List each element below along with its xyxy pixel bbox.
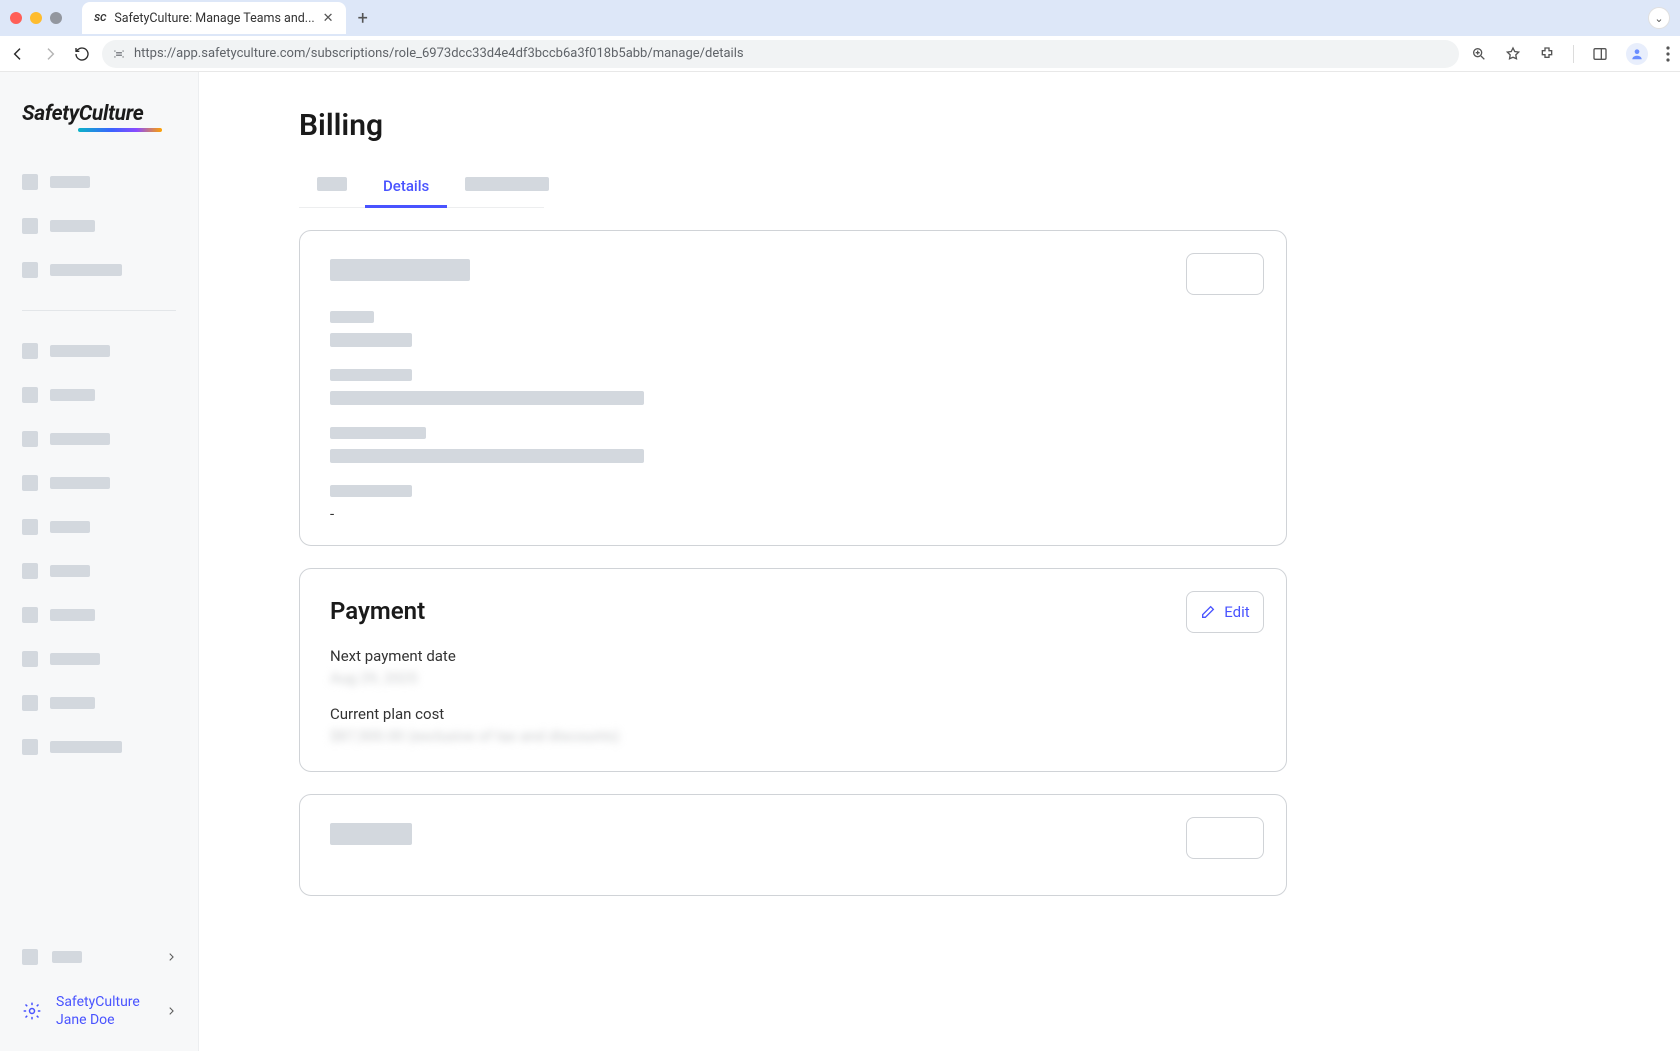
billing-extra-card — [299, 794, 1287, 896]
reload-icon[interactable] — [74, 46, 90, 62]
skeleton-label — [330, 485, 412, 497]
nav-forward-icon[interactable] — [42, 46, 58, 62]
skeleton-heading — [330, 259, 470, 281]
address-bar[interactable]: https://app.safetyculture.com/subscripti… — [102, 40, 1459, 68]
url-text: https://app.safetyculture.com/subscripti… — [134, 46, 744, 61]
next-payment-label: Next payment date — [330, 647, 1256, 665]
payment-card: Edit Payment Next payment date Aug 29, 2… — [299, 568, 1287, 772]
extensions-icon[interactable] — [1539, 46, 1555, 62]
window-zoom-dot[interactable] — [50, 12, 62, 24]
nav-skeleton-item — [22, 739, 176, 755]
nav-back-icon[interactable] — [10, 46, 26, 62]
brand-logo[interactable]: SafetyCulture — [22, 102, 143, 126]
billing-details-card: - — [299, 230, 1287, 546]
gear-icon — [22, 1001, 42, 1021]
nav-skeleton-item — [22, 174, 176, 190]
nav-skeleton-item — [22, 695, 176, 711]
skeleton-label — [330, 369, 412, 381]
pencil-icon — [1200, 604, 1216, 620]
side-panel-icon[interactable] — [1592, 46, 1608, 62]
nav-skeleton-item — [22, 563, 176, 579]
plan-cost-label: Current plan cost — [330, 705, 1256, 723]
nav-skeleton-item — [22, 343, 176, 359]
zoom-icon[interactable] — [1471, 46, 1487, 62]
tab-skeleton[interactable] — [447, 177, 567, 207]
chevron-right-icon — [166, 950, 176, 964]
chevron-right-icon — [166, 1004, 176, 1018]
sidebar-label-placeholder — [52, 951, 82, 963]
favicon-icon: SC — [94, 13, 106, 24]
edit-button-label: Edit — [1224, 603, 1249, 621]
tab-skeleton[interactable] — [299, 177, 365, 207]
billing-tabs: Details — [299, 177, 544, 208]
nav-skeleton-item — [22, 651, 176, 667]
empty-value-dash: - — [330, 505, 1256, 523]
tab-details[interactable]: Details — [365, 177, 447, 208]
sidebar-collapsed-item[interactable] — [0, 935, 198, 979]
nav-skeleton-item — [22, 218, 176, 234]
skeleton-value — [330, 333, 412, 347]
tabs-dropdown-icon[interactable]: ⌄ — [1648, 7, 1670, 29]
window-close-dot[interactable] — [10, 12, 22, 24]
skeleton-value — [330, 391, 644, 405]
bookmark-icon[interactable] — [1505, 46, 1521, 62]
skeleton-label — [330, 311, 374, 323]
toolbar-divider — [1573, 45, 1574, 63]
nav-skeleton-item — [22, 262, 176, 278]
tab-title: SafetyCulture: Manage Teams and... — [114, 11, 314, 26]
tab-close-icon[interactable]: ✕ — [323, 11, 334, 26]
nav-skeleton-item — [22, 431, 176, 447]
nav-skeleton-item — [22, 475, 176, 491]
browser-tab[interactable]: SC SafetyCulture: Manage Teams and... ✕ — [82, 2, 346, 34]
org-user: Jane Doe — [56, 1011, 140, 1029]
plan-cost-value: $87,500.00 (exclusive of tax and discoun… — [330, 727, 1256, 745]
next-payment-value: Aug 29, 2025 — [330, 669, 1256, 687]
card-action-button[interactable] — [1186, 253, 1264, 295]
skeleton-heading — [330, 823, 412, 845]
brand-underline — [78, 128, 162, 132]
site-settings-icon[interactable] — [112, 47, 126, 61]
skeleton-label — [330, 427, 426, 439]
nav-skeleton-item — [22, 607, 176, 623]
sidebar-icon-placeholder — [22, 949, 38, 965]
profile-avatar-icon[interactable] — [1626, 43, 1648, 65]
org-name: SafetyCulture — [56, 993, 140, 1011]
payment-heading: Payment — [330, 597, 1256, 625]
skeleton-value — [330, 449, 644, 463]
page-title: Billing — [299, 108, 1287, 143]
window-minimize-dot[interactable] — [30, 12, 42, 24]
sidebar: SafetyCulture — [0, 72, 199, 1051]
sidebar-org-switcher[interactable]: SafetyCulture Jane Doe — [0, 979, 198, 1051]
new-tab-button[interactable]: + — [358, 8, 368, 29]
card-action-button[interactable] — [1186, 817, 1264, 859]
edit-payment-button[interactable]: Edit — [1186, 591, 1264, 633]
nav-skeleton-item — [22, 519, 176, 535]
nav-separator — [22, 310, 176, 311]
kebab-menu-icon[interactable] — [1666, 46, 1670, 62]
nav-skeleton-item — [22, 387, 176, 403]
